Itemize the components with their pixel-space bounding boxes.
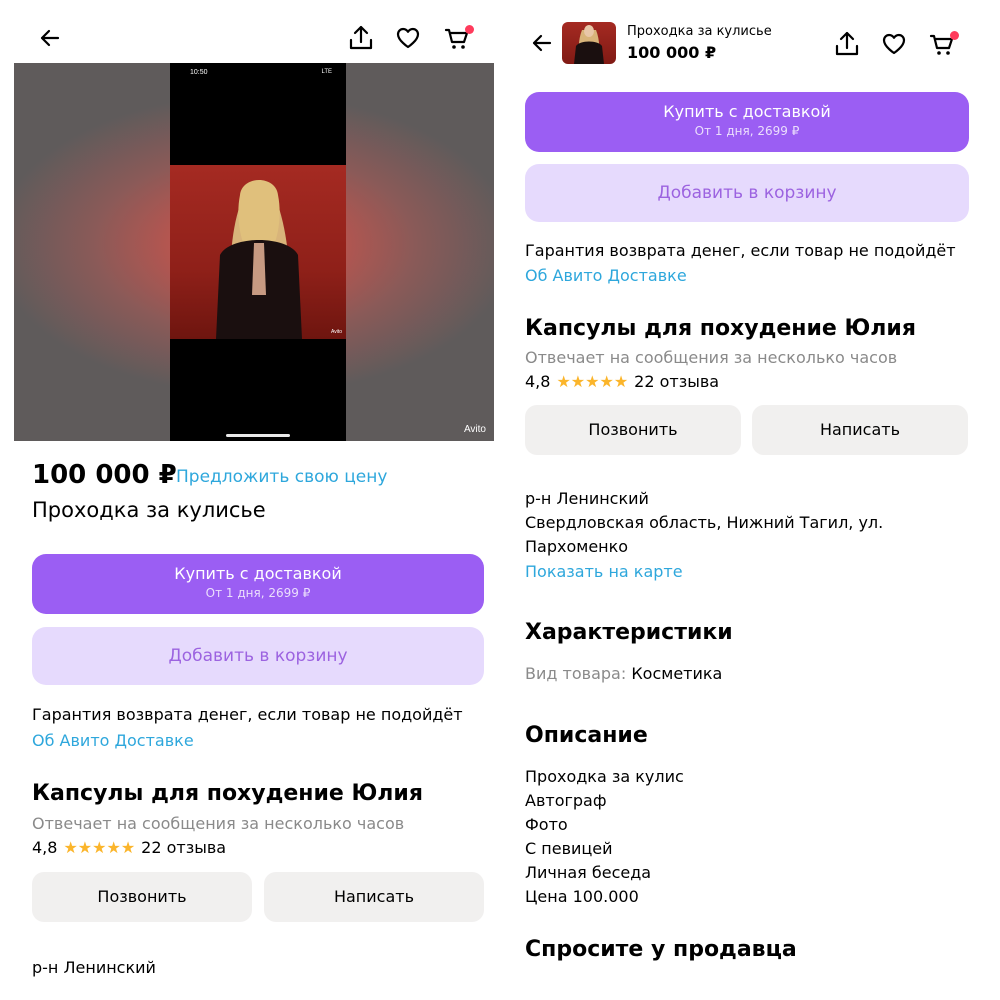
reviews-count: 22 отзыва (634, 372, 720, 391)
description-line: Фото (525, 815, 568, 834)
show-on-map-link[interactable]: Показать на карте (525, 562, 683, 581)
rating-stars-icon: ★★★★★ (556, 372, 629, 391)
delivery-info-link[interactable]: Об Авито Доставке (32, 731, 194, 750)
ask-seller-heading: Спросите у продавца (525, 937, 797, 962)
guarantee-text: Гарантия возврата денег, если товар не п… (525, 241, 956, 260)
buy-with-delivery-button[interactable]: Купить с доставкой От 1 дня, 2699 ₽ (525, 92, 969, 152)
woman-thumbnail-icon (574, 25, 604, 64)
buy-button-label: Купить с доставкой (174, 564, 342, 583)
description-heading: Описание (525, 723, 648, 748)
characteristic-value: Косметика (631, 664, 723, 683)
buy-with-delivery-button[interactable]: Купить с доставкой От 1 дня, 2699 ₽ (32, 554, 484, 614)
share-icon[interactable] (834, 30, 860, 58)
address-line-1: Свердловская область, Нижний Тагил, ул. (525, 513, 884, 532)
back-arrow-icon[interactable] (530, 31, 554, 55)
seller-name[interactable]: Капсулы для похудение Юлия (32, 781, 423, 806)
delivery-info-link[interactable]: Об Авито Доставке (525, 266, 687, 285)
avito-watermark: Avito (463, 424, 486, 435)
buy-button-sub: От 1 дня, 2699 ₽ (694, 124, 800, 138)
cart-badge (465, 25, 474, 34)
message-button[interactable]: Написать (752, 405, 968, 455)
status-signal: LTE (321, 69, 332, 75)
call-button[interactable]: Позвонить (525, 405, 741, 455)
description-line: С певицей (525, 839, 613, 858)
description-line: Цена 100.000 (525, 887, 639, 906)
reviews-count: 22 отзыва (141, 838, 227, 857)
seller-response-time: Отвечает на сообщения за несколько часов (32, 814, 405, 833)
buy-button-sub: От 1 дня, 2699 ₽ (205, 586, 311, 600)
seller-rating[interactable]: 4,8 ★★★★★ 22 отзыва (525, 372, 719, 391)
product-photo[interactable]: 10:50 LTE Avito Avito (14, 63, 494, 441)
add-to-cart-button[interactable]: Добавить в корзину (32, 627, 484, 685)
product-image: Avito (170, 165, 346, 339)
call-button[interactable]: Позвонить (32, 872, 252, 922)
heart-icon[interactable] (881, 32, 907, 56)
header-price: 100 000 ₽ (627, 43, 717, 62)
characteristic-row: Вид товара: Косметика (525, 664, 722, 683)
guarantee-text: Гарантия возврата денег, если товар не п… (32, 705, 463, 724)
buy-button-label: Купить с доставкой (663, 102, 831, 121)
home-indicator (226, 434, 290, 437)
product-title: Проходка за кулисье (32, 498, 266, 522)
heart-icon[interactable] (395, 26, 421, 50)
rating-value: 4,8 (32, 838, 58, 857)
left-screen: 10:50 LTE Avito Avito 100 000 ₽ Предложи… (14, 0, 494, 1000)
woman-figure-icon (216, 180, 302, 339)
seller-response-time: Отвечает на сообщения за несколько часов (525, 348, 898, 367)
district-text: р-н Ленинский (525, 489, 649, 508)
phone-screenshot: 10:50 LTE Avito (170, 63, 346, 441)
message-button[interactable]: Написать (264, 872, 484, 922)
description-line: Автограф (525, 791, 607, 810)
rating-stars-icon: ★★★★★ (63, 838, 136, 857)
characteristic-label: Вид товара: (525, 664, 627, 683)
address-line-2: Пархоменко (525, 537, 629, 556)
right-screen: Проходка за кулисье 100 000 ₽ Купить с д… (524, 0, 970, 1000)
cart-badge (950, 31, 959, 40)
seller-name[interactable]: Капсулы для похудение Юлия (525, 316, 916, 341)
back-arrow-icon[interactable] (38, 26, 62, 50)
rating-value: 4,8 (525, 372, 551, 391)
seller-rating[interactable]: 4,8 ★★★★★ 22 отзыва (32, 838, 226, 857)
add-to-cart-button[interactable]: Добавить в корзину (525, 164, 969, 222)
description-line: Проходка за кулис (525, 767, 684, 786)
header-title: Проходка за кулисье (627, 24, 772, 39)
district-text: р-н Ленинский (32, 958, 156, 977)
status-time: 10:50 (190, 69, 208, 76)
description-line: Личная беседа (525, 863, 652, 882)
price: 100 000 ₽ (32, 460, 177, 490)
header-thumbnail (562, 22, 616, 64)
offer-price-link[interactable]: Предложить свою цену (176, 467, 387, 487)
share-icon[interactable] (348, 24, 374, 52)
characteristics-heading: Характеристики (525, 620, 733, 645)
avito-watermark-small: Avito (330, 329, 342, 335)
